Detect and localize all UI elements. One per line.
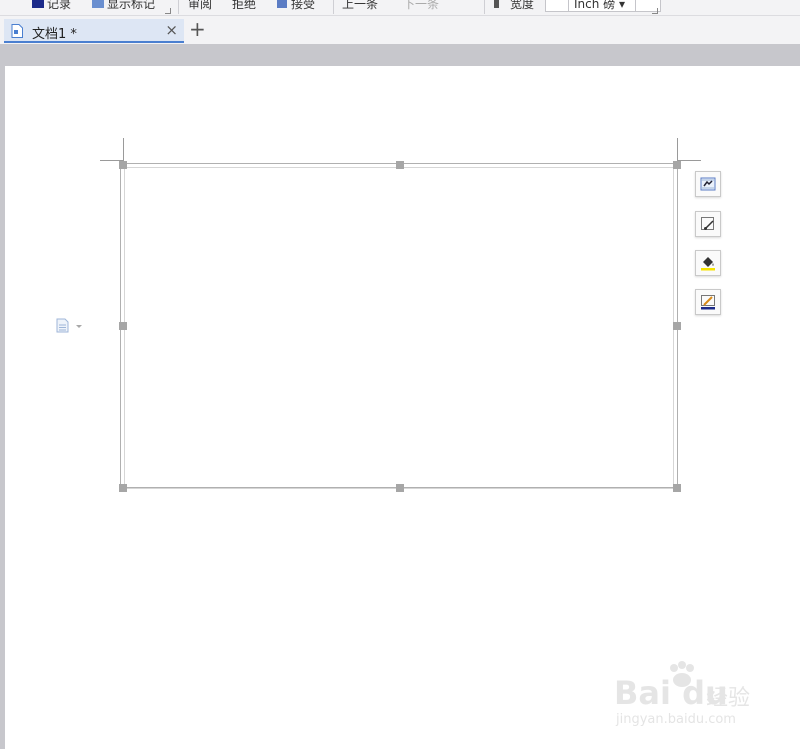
width-unit-value: Inch 磅 ▾ [574,0,626,11]
workspace-gap [0,44,800,66]
crop-mark [123,138,124,162]
ribbon-item-accept[interactable]: 接受 [291,0,315,11]
edit-shape-button[interactable] [695,211,721,237]
width-icon [494,0,499,8]
outline-color-icon [701,295,715,310]
document-tab-bar: 文档1 * × [0,16,800,44]
tab-title: 文档1 * [32,27,77,42]
new-tab-button[interactable]: + [189,18,206,40]
width-spinner[interactable] [545,0,569,12]
ribbon-item-show-markup[interactable]: 显示标记 [107,0,155,11]
ribbon-item-record[interactable]: 记录 [47,0,71,11]
watermark: Bai du 经验 jingyan.baidu.com [614,660,764,740]
track-changes-icon[interactable] [32,0,44,8]
crop-mark [677,138,678,162]
layout-options-button[interactable] [695,171,721,197]
ribbon-separator [484,0,485,14]
show-markup-icon[interactable] [92,0,104,8]
watermark-title: 经验 [706,686,751,711]
close-tab-icon[interactable]: × [165,21,178,39]
edit-shape-icon [701,217,714,230]
fill-color-button[interactable] [695,250,721,276]
fill-color-icon [701,257,715,271]
resize-handle-top[interactable] [396,161,404,169]
ribbon-separator [333,0,334,14]
accept-icon[interactable] [277,0,287,8]
resize-handle-left[interactable] [119,322,127,330]
ribbon-item-previous[interactable]: 上一条 [342,0,378,11]
resize-handle-top-left[interactable] [119,161,127,169]
ribbon-toolbar: 记录 显示标记 审阅 拒绝 接受 上一条 下一条 宽度 Inch 磅 ▾ [0,0,800,16]
ribbon-separator [178,0,179,14]
paragraph-options-icon[interactable] [56,318,84,338]
ribbon-item-next[interactable]: 下一条 [403,0,439,11]
layout-options-icon [700,177,716,191]
shape-inner-border [124,167,674,489]
resize-handle-bottom[interactable] [396,484,404,492]
group-launcher-icon[interactable] [652,8,658,14]
tab-document1[interactable]: 文档1 * × [4,19,184,43]
paw-logo-icon [670,661,694,687]
resize-handle-top-right[interactable] [673,161,681,169]
resize-handle-right[interactable] [673,322,681,330]
width-label: 宽度 [510,0,535,11]
resize-handle-bottom-left[interactable] [119,484,127,492]
width-unit-select[interactable]: Inch 磅 ▾ [568,0,636,12]
watermark-url: jingyan.baidu.com [616,712,736,727]
resize-handle-bottom-right[interactable] [673,484,681,492]
group-launcher-icon[interactable] [165,8,171,14]
ribbon-item-reject[interactable]: 拒绝 [232,0,256,11]
outline-color-button[interactable] [695,289,721,315]
ribbon-item-review[interactable]: 审阅 [188,0,212,11]
document-icon [11,24,23,38]
